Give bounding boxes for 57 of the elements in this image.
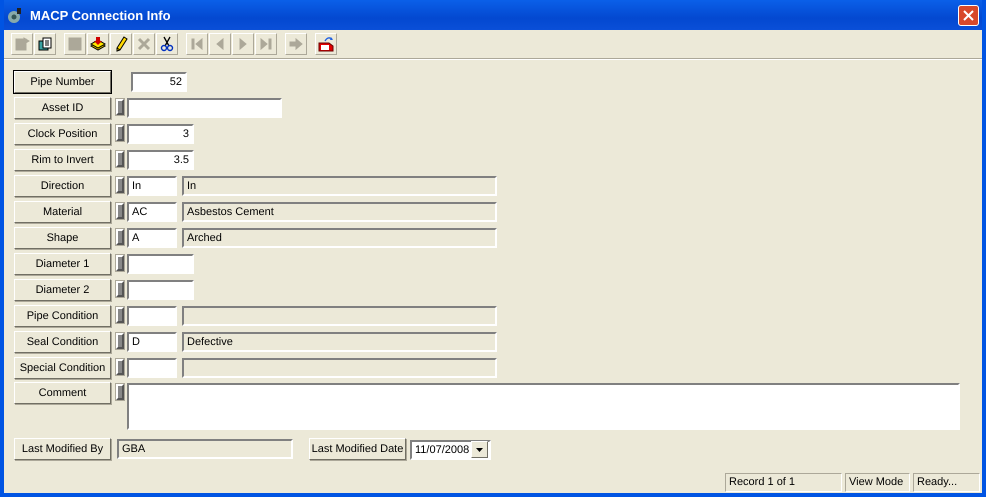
- modified-by-field: GBA: [117, 439, 293, 459]
- copy-icon: [37, 36, 53, 52]
- document-icon: [14, 36, 30, 52]
- code-field[interactable]: [127, 358, 177, 378]
- code-field[interactable]: AC: [127, 202, 177, 222]
- code-field[interactable]: In: [127, 176, 177, 196]
- field-label-button[interactable]: Diameter 1: [14, 253, 111, 275]
- dropdown-button[interactable]: [471, 441, 488, 458]
- code-field[interactable]: A: [127, 228, 177, 248]
- status-panel: Record 1 of 1: [725, 473, 842, 492]
- description-field: Asbestos Cement: [182, 202, 497, 222]
- input-field[interactable]: 3.5: [127, 150, 194, 170]
- field-label-button[interactable]: Direction: [14, 175, 111, 197]
- caret-icon: [476, 448, 484, 452]
- x-icon: [136, 36, 152, 52]
- input-field[interactable]: [127, 98, 282, 118]
- code-field[interactable]: D: [127, 332, 177, 352]
- description-field: Arched: [182, 228, 497, 248]
- field-label-button[interactable]: Material: [14, 201, 111, 223]
- folder-icon: [318, 36, 334, 52]
- status-panel: Ready...: [913, 473, 980, 492]
- field-label-button[interactable]: Shape: [14, 227, 111, 249]
- arrow-right-icon: [288, 36, 304, 52]
- toolbar-button[interactable]: [315, 33, 337, 55]
- field-label-button[interactable]: Special Condition: [14, 357, 111, 379]
- description-field: In: [182, 176, 497, 196]
- close-icon: [963, 10, 974, 20]
- toolbar-button[interactable]: [87, 33, 109, 55]
- field-label-button[interactable]: Last Modified Date: [309, 438, 406, 460]
- window-title: MACP Connection Info: [30, 8, 172, 22]
- skip-forward-icon: [258, 36, 274, 52]
- field-label-button[interactable]: Asset ID: [14, 97, 111, 119]
- close-button[interactable]: [958, 4, 979, 26]
- field-label-button[interactable]: Pipe Number: [14, 71, 111, 93]
- input-field[interactable]: 3: [127, 124, 194, 144]
- field-label-button[interactable]: Diameter 2: [14, 279, 111, 301]
- status-panel: View Mode: [845, 473, 910, 492]
- field-label-button[interactable]: Comment: [14, 382, 111, 404]
- comment-field[interactable]: [127, 383, 960, 430]
- date-dropdown[interactable]: 11/07/2008: [410, 440, 491, 460]
- paper-stack-icon: [90, 36, 106, 52]
- toolbar-button[interactable]: [34, 33, 56, 55]
- field-label-button[interactable]: Clock Position: [14, 123, 111, 145]
- date-value: 11/07/2008: [415, 444, 470, 456]
- field-label-button[interactable]: Last Modified By: [14, 438, 111, 460]
- input-field[interactable]: [127, 280, 194, 300]
- input-field[interactable]: [127, 254, 194, 274]
- field-label-button[interactable]: Pipe Condition: [14, 305, 111, 327]
- toolbar-button[interactable]: [156, 33, 178, 55]
- scissors-icon: [159, 36, 175, 52]
- description-field: Defective: [182, 332, 497, 352]
- code-field[interactable]: [127, 306, 177, 326]
- field-label-button[interactable]: Rim to Invert: [14, 149, 111, 171]
- input-field[interactable]: 52: [131, 72, 187, 92]
- skip-back-icon: [189, 36, 205, 52]
- toolbar-button[interactable]: [110, 33, 132, 55]
- field-label-button[interactable]: Seal Condition: [14, 331, 111, 353]
